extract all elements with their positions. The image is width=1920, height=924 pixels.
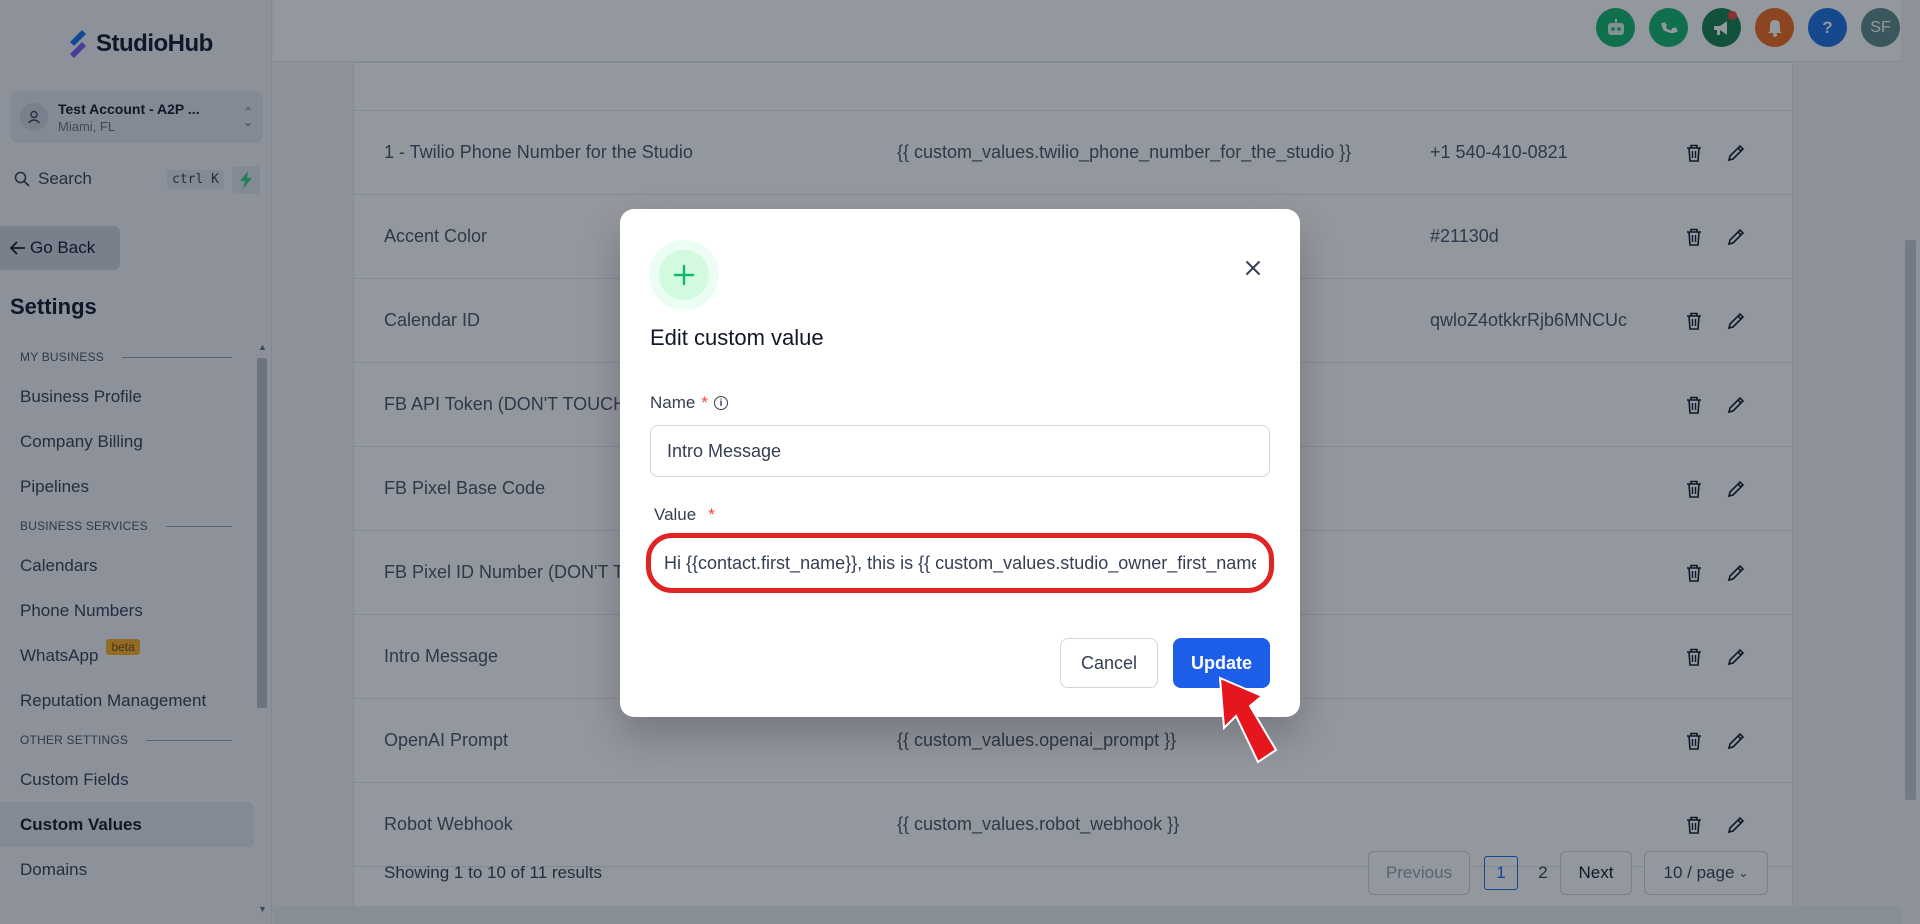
value-label: Value * [654,505,715,525]
name-input[interactable] [650,425,1270,477]
modal-icon [649,240,719,310]
close-button[interactable] [1240,255,1266,281]
red-arrow-pointer-icon [1218,676,1278,764]
close-icon [1246,261,1260,275]
plus-icon [673,264,695,286]
value-input[interactable] [646,533,1274,593]
required-marker: * [708,505,715,524]
value-label-text: Value [654,505,697,524]
modal-title: Edit custom value [650,325,824,350]
name-label: Name * i [650,393,728,413]
required-marker: * [701,393,708,412]
cancel-button[interactable]: Cancel [1060,638,1158,688]
name-label-text: Name [650,393,696,412]
info-icon: i [713,396,728,410]
edit-custom-value-modal: Edit custom value Name*i Value* Cancel U… [620,209,1300,717]
